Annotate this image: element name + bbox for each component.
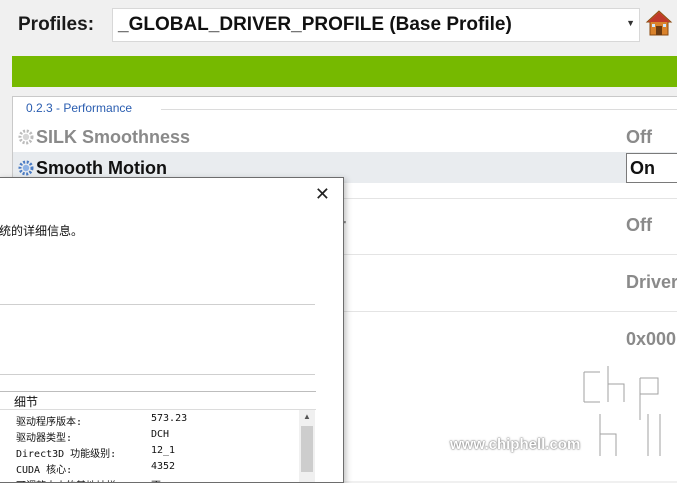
detail-key: Direct3D 功能级别: [16,449,117,460]
dropdown-arrow-icon[interactable]: ▼ [626,18,635,28]
home-icon[interactable] [645,9,673,37]
setting-value-row5[interactable]: 0x000 [626,329,676,350]
detail-value: 4352 [151,461,176,472]
detail-row[interactable]: 可调整大小的基地址栏: 否 [0,475,299,482]
detail-value: 12_1 [151,445,176,456]
detail-row[interactable]: CUDA 核心: 4352 [0,459,299,476]
details-scrollbar[interactable]: ▲ [299,410,315,482]
setting-value-dropdown-smooth-motion[interactable]: On [626,153,677,183]
setting-value-row3[interactable]: Off [626,215,652,236]
scroll-up-icon[interactable]: ▲ [303,412,311,421]
setting-name-silk-smoothness[interactable]: SILK Smoothness [36,127,190,148]
detail-value: 否 [151,477,161,482]
detail-value: DCH [151,429,170,440]
setting-value-row4[interactable]: Driver [626,272,677,293]
dialog-description: 统的详细信息。 [0,224,84,238]
chiphell-logo-watermark [581,366,663,459]
profile-dropdown-value: _GLOBAL_DRIVER_PROFILE (Base Profile) [118,14,512,35]
detail-key: 可调整大小的基地址栏: [16,477,122,482]
close-icon[interactable]: ✕ [315,184,330,205]
system-info-dialog: ✕ 统的详细信息。 细节 驱动程序版本: 573.23 驱动器类型: DCH D… [0,177,344,483]
watermark-text: www.chiphell.com [450,436,581,453]
setting-value-silk-smoothness[interactable]: Off [626,127,652,148]
detail-key: 驱动器类型: [16,433,73,444]
detail-key: CUDA 核心: [16,465,73,476]
details-list: 细节 驱动程序版本: 573.23 驱动器类型: DCH Direct3D 功能… [0,391,316,482]
setting-value-smooth-motion: On [630,158,655,178]
gear-icon [18,160,34,176]
detail-value: 573.23 [151,413,188,424]
dialog-divider [0,304,315,305]
profiles-label: Profiles: [18,14,95,35]
profile-dropdown[interactable]: _GLOBAL_DRIVER_PROFILE (Base Profile) ▼ [112,8,640,42]
dialog-divider [0,374,315,375]
details-header-label: 细节 [14,395,39,409]
gear-icon [18,129,34,145]
setting-name-smooth-motion[interactable]: Smooth Motion [36,158,167,179]
accent-bar [12,56,677,87]
detail-row[interactable]: Direct3D 功能级别: 12_1 [0,443,299,460]
section-title: 0.2.3 - Performance [26,101,137,115]
scrollbar-thumb[interactable] [301,426,313,472]
details-header[interactable]: 细节 [0,392,316,410]
detail-key: 驱动程序版本: [16,417,83,428]
detail-row[interactable]: 驱动程序版本: 573.23 [0,411,299,428]
detail-row[interactable]: 驱动器类型: DCH [0,427,299,444]
section-divider [161,109,677,110]
